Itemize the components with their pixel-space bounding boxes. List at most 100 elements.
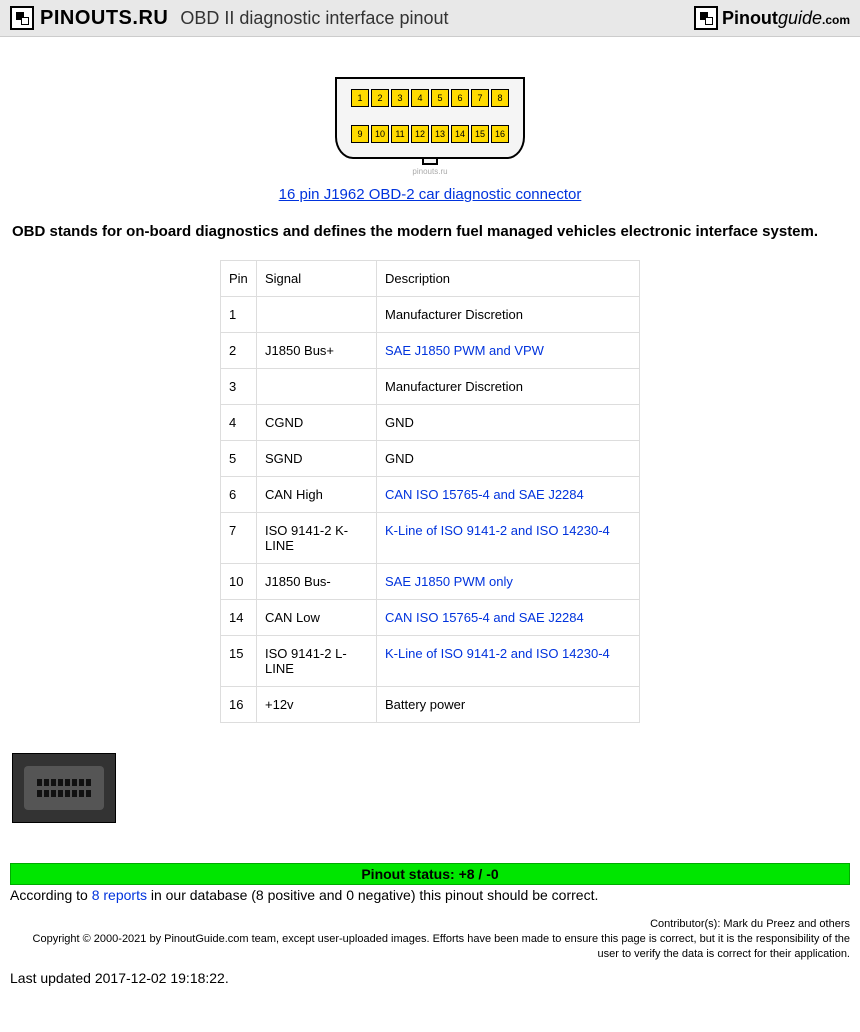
- cell-pin: 4: [221, 405, 257, 441]
- description-link[interactable]: K-Line of ISO 9141-2 and ISO 14230-4: [385, 646, 610, 661]
- pinout-status-bar: Pinout status: +8 / -0: [10, 863, 850, 885]
- cell-pin: 7: [221, 513, 257, 564]
- cell-pin: 2: [221, 333, 257, 369]
- cell-signal: J1850 Bus+: [257, 333, 377, 369]
- col-header-pin: Pin: [221, 261, 257, 297]
- pinouts-ru-logo-icon: [10, 6, 34, 30]
- table-row: 14CAN Low CAN ISO 15765-4 and SAE J2284: [221, 600, 640, 636]
- pin-cell: 6: [451, 89, 469, 107]
- cell-pin: 3: [221, 369, 257, 405]
- cell-pin: 1: [221, 297, 257, 333]
- connector-tab: [422, 159, 438, 165]
- table-row: 2J1850 Bus+ SAE J1850 PWM and VPW: [221, 333, 640, 369]
- description-link[interactable]: CAN ISO 15765-4 and SAE J2284: [385, 610, 584, 625]
- cell-description: GND: [377, 405, 640, 441]
- status-suffix: in our database (8 positive and 0 negati…: [147, 887, 598, 903]
- cell-signal: J1850 Bus-: [257, 564, 377, 600]
- description-link[interactable]: SAE J1850 PWM and VPW: [385, 343, 544, 358]
- cell-signal: +12v: [257, 687, 377, 723]
- brand-suffix: .com: [822, 13, 850, 27]
- cell-description: CAN ISO 15765-4 and SAE J2284: [377, 477, 640, 513]
- cell-description: GND: [377, 441, 640, 477]
- cell-description: CAN ISO 15765-4 and SAE J2284: [377, 600, 640, 636]
- table-row: 6CAN High CAN ISO 15765-4 and SAE J2284: [221, 477, 640, 513]
- connector-photo: [12, 753, 116, 823]
- cell-description: Manufacturer Discretion: [377, 297, 640, 333]
- cell-pin: 10: [221, 564, 257, 600]
- cell-description: SAE J1850 PWM and VPW: [377, 333, 640, 369]
- pinoutguide-logo-text[interactable]: Pinoutguide.com: [722, 8, 850, 29]
- pin-cell: 4: [411, 89, 429, 107]
- connector-photo-inner: [24, 766, 104, 810]
- pin-cell: 1: [351, 89, 369, 107]
- pin-cell: 12: [411, 125, 429, 143]
- intro-text: OBD stands for on-board diagnostics and …: [0, 223, 860, 240]
- col-header-desc: Description: [377, 261, 640, 297]
- pin-cell: 10: [371, 125, 389, 143]
- pin-cell: 15: [471, 125, 489, 143]
- table-row: 7ISO 9141-2 K-LINE K-Line of ISO 9141-2 a…: [221, 513, 640, 564]
- page-title: OBD II diagnostic interface pinout: [180, 8, 448, 29]
- cell-description: Battery power: [377, 687, 640, 723]
- cell-signal: [257, 369, 377, 405]
- cell-description: K-Line of ISO 9141-2 and ISO 14230-4: [377, 513, 640, 564]
- table-row: 1 Manufacturer Discretion: [221, 297, 640, 333]
- pinouts-ru-logo-text[interactable]: PINOUTS.RU: [40, 7, 168, 30]
- table-row: 15ISO 9141-2 L-LINE K-Line of ISO 9141-2 …: [221, 636, 640, 687]
- cell-pin: 15: [221, 636, 257, 687]
- cell-description: Manufacturer Discretion: [377, 369, 640, 405]
- pin-row-bottom: 910111213141516: [351, 125, 509, 143]
- status-prefix: According to: [10, 887, 92, 903]
- page-header: PINOUTS.RU OBD II diagnostic interface p…: [0, 0, 860, 37]
- obd-connector-shell: 12345678 910111213141516: [335, 77, 525, 159]
- header-left: PINOUTS.RU OBD II diagnostic interface p…: [10, 6, 449, 30]
- description-link[interactable]: SAE J1850 PWM only: [385, 574, 513, 589]
- table-row: 4CGNDGND: [221, 405, 640, 441]
- footer-meta: Contributor(s): Mark du Preez and others…: [0, 917, 860, 962]
- pin-cell: 11: [391, 125, 409, 143]
- pinout-table: Pin Signal Description 1 Manufacturer Dis…: [220, 260, 640, 723]
- reports-link[interactable]: 8 reports: [92, 887, 147, 903]
- cell-signal: CAN Low: [257, 600, 377, 636]
- table-header-row: Pin Signal Description: [221, 261, 640, 297]
- connector-diagram-link[interactable]: 16 pin J1962 OBD-2 car diagnostic connec…: [0, 186, 860, 203]
- diagram-watermark: pinouts.ru: [0, 167, 860, 176]
- cell-pin: 14: [221, 600, 257, 636]
- pinout-status-text: According to 8 reports in our database (…: [0, 887, 860, 903]
- contributors: Contributor(s): Mark du Preez and others: [10, 917, 850, 932]
- cell-description: SAE J1850 PWM only: [377, 564, 640, 600]
- cell-signal: CAN High: [257, 477, 377, 513]
- last-updated: Last updated 2017-12-02 19:18:22.: [0, 970, 860, 986]
- table-row: 3 Manufacturer Discretion: [221, 369, 640, 405]
- cell-description: K-Line of ISO 9141-2 and ISO 14230-4: [377, 636, 640, 687]
- pin-cell: 3: [391, 89, 409, 107]
- table-row: 10J1850 Bus- SAE J1850 PWM only: [221, 564, 640, 600]
- cell-signal: ISO 9141-2 K-LINE: [257, 513, 377, 564]
- cell-pin: 6: [221, 477, 257, 513]
- pin-row-top: 12345678: [351, 89, 509, 107]
- cell-signal: CGND: [257, 405, 377, 441]
- pinoutguide-logo-icon: [694, 6, 718, 30]
- copyright: Copyright © 2000-2021 by PinoutGuide.com…: [10, 932, 850, 962]
- header-right: Pinoutguide.com: [694, 6, 850, 30]
- cell-signal: SGND: [257, 441, 377, 477]
- pin-cell: 8: [491, 89, 509, 107]
- brand-plain: Pinout: [722, 8, 778, 28]
- description-link[interactable]: CAN ISO 15765-4 and SAE J2284: [385, 487, 584, 502]
- brand-italic: guide: [778, 8, 822, 28]
- cell-pin: 5: [221, 441, 257, 477]
- connector-diagram: 12345678 910111213141516 pinouts.ru: [0, 77, 860, 176]
- cell-signal: [257, 297, 377, 333]
- pin-cell: 13: [431, 125, 449, 143]
- pin-cell: 9: [351, 125, 369, 143]
- pin-cell: 2: [371, 89, 389, 107]
- description-link[interactable]: K-Line of ISO 9141-2 and ISO 14230-4: [385, 523, 610, 538]
- photo-pin-row: [30, 790, 98, 797]
- pin-cell: 7: [471, 89, 489, 107]
- cell-pin: 16: [221, 687, 257, 723]
- pin-cell: 14: [451, 125, 469, 143]
- cell-signal: ISO 9141-2 L-LINE: [257, 636, 377, 687]
- table-row: 5SGNDGND: [221, 441, 640, 477]
- photo-pin-row: [30, 779, 98, 786]
- col-header-signal: Signal: [257, 261, 377, 297]
